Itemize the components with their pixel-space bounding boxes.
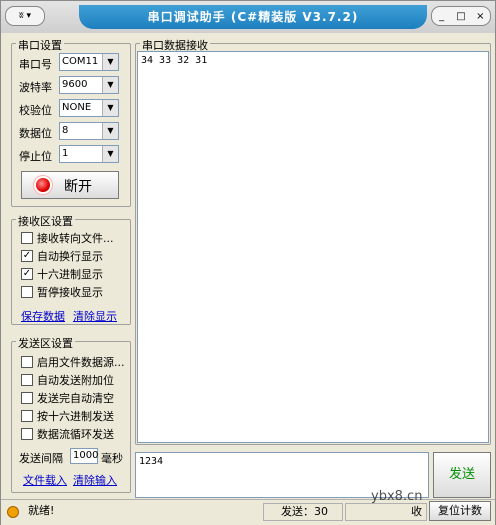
interval-label: 发送间隔: [19, 452, 63, 465]
open-close-port-button[interactable]: 断开: [21, 171, 119, 199]
receive-textbox[interactable]: 34 33 32 31: [137, 51, 489, 443]
dropdown-arrow-icon[interactable]: ▼: [102, 54, 118, 70]
main-window: ʬ ▾ 串口调试助手 (C#精装版 V3.7.2) _ □ × 串口设置 串口号…: [0, 0, 496, 525]
open-close-label: 断开: [64, 179, 92, 195]
dropdown-arrow-icon[interactable]: ▼: [102, 146, 118, 162]
checkbox[interactable]: ✓: [21, 250, 33, 262]
checkbox[interactable]: [21, 286, 33, 298]
clear-display-link[interactable]: 清除显示: [73, 308, 117, 324]
send-option-append-bits[interactable]: 自动发送附加位: [21, 372, 114, 388]
checkbox-label: 十六进制显示: [37, 268, 103, 281]
save-data-link[interactable]: 保存数据: [21, 308, 65, 324]
status-recv-count: 收: [345, 503, 427, 521]
send-option-hex-send[interactable]: 按十六进制发送: [21, 408, 114, 424]
checkbox-label: 接收转向文件...: [37, 232, 114, 245]
status-sent-count: 发送：30: [263, 503, 343, 521]
checkbox-label: 自动换行显示: [37, 250, 103, 263]
window-controls: _ □ ×: [431, 6, 491, 26]
dropdown-arrow-icon[interactable]: ▼: [102, 123, 118, 139]
baud-select[interactable]: 9600 ▼: [59, 76, 119, 94]
dropdown-arrow-icon[interactable]: ▼: [102, 77, 118, 93]
baud-value: 9600: [62, 79, 88, 90]
databits-select[interactable]: 8 ▼: [59, 122, 119, 140]
interval-input[interactable]: 1000: [70, 448, 98, 464]
receive-settings-title: 接收区设置: [16, 213, 75, 229]
send-option-auto-clear[interactable]: 发送完自动清空: [21, 390, 114, 406]
checkbox[interactable]: [21, 428, 33, 440]
checkbox-label: 暂停接收显示: [37, 286, 103, 299]
checkbox-label: 按十六进制发送: [37, 410, 114, 423]
checkbox-label: 发送完自动清空: [37, 392, 114, 405]
port-label: 串口号: [19, 58, 52, 71]
checkbox-label: 自动发送附加位: [37, 374, 114, 387]
checkbox[interactable]: [21, 374, 33, 386]
receive-option-pause[interactable]: 暂停接收显示: [21, 284, 103, 300]
parity-label: 校验位: [19, 104, 52, 117]
send-button[interactable]: 发送: [433, 452, 491, 498]
send-settings-title: 发送区设置: [16, 335, 75, 351]
send-option-loop[interactable]: 数据流循环发送: [21, 426, 114, 442]
checkbox[interactable]: [21, 410, 33, 422]
send-option-file-source[interactable]: 启用文件数据源...: [21, 354, 125, 370]
databits-label: 数据位: [19, 127, 52, 140]
parity-select[interactable]: NONE ▼: [59, 99, 119, 117]
status-ready: 就绪!: [28, 504, 55, 517]
checkbox[interactable]: ✓: [21, 268, 33, 280]
status-led-icon: [36, 178, 50, 192]
checkbox[interactable]: [21, 232, 33, 244]
checkbox-label: 数据流循环发送: [37, 428, 114, 441]
serial-settings-title: 串口设置: [16, 37, 64, 53]
receive-option-redirect-file[interactable]: 接收转向文件...: [21, 230, 114, 246]
status-icon: [7, 506, 19, 518]
close-button[interactable]: ×: [472, 11, 488, 22]
stopbits-select[interactable]: 1 ▼: [59, 145, 119, 163]
checkbox[interactable]: [21, 356, 33, 368]
maximize-button[interactable]: □: [453, 11, 469, 22]
minimize-button[interactable]: _: [434, 11, 450, 22]
load-file-link[interactable]: 文件载入: [23, 472, 67, 488]
chevron-down-icon: ▾: [26, 11, 32, 21]
window-title: 串口调试助手 (C#精装版 V3.7.2): [79, 5, 427, 29]
port-select[interactable]: COM11 ▼: [59, 53, 119, 71]
checkbox-label: 启用文件数据源...: [37, 356, 125, 369]
parity-value: NONE: [62, 102, 92, 113]
receive-option-hex-display[interactable]: ✓ 十六进制显示: [21, 266, 103, 282]
dropdown-arrow-icon[interactable]: ▼: [102, 100, 118, 116]
title-bar: ʬ ▾ 串口调试助手 (C#精装版 V3.7.2) _ □ ×: [1, 1, 495, 33]
interval-unit: 毫秒: [101, 452, 123, 465]
clear-input-link[interactable]: 清除输入: [73, 472, 117, 488]
system-menu-button[interactable]: ʬ ▾: [5, 6, 45, 26]
checkbox[interactable]: [21, 392, 33, 404]
receive-option-auto-wrap[interactable]: ✓ 自动换行显示: [21, 248, 103, 264]
port-value: COM11: [62, 56, 99, 67]
stopbits-label: 停止位: [19, 150, 52, 163]
databits-value: 8: [62, 125, 69, 136]
baud-label: 波特率: [19, 81, 52, 94]
watermark: ybx8.cn: [371, 489, 423, 504]
stopbits-value: 1: [62, 148, 69, 159]
reset-count-button[interactable]: 复位计数: [429, 501, 491, 521]
